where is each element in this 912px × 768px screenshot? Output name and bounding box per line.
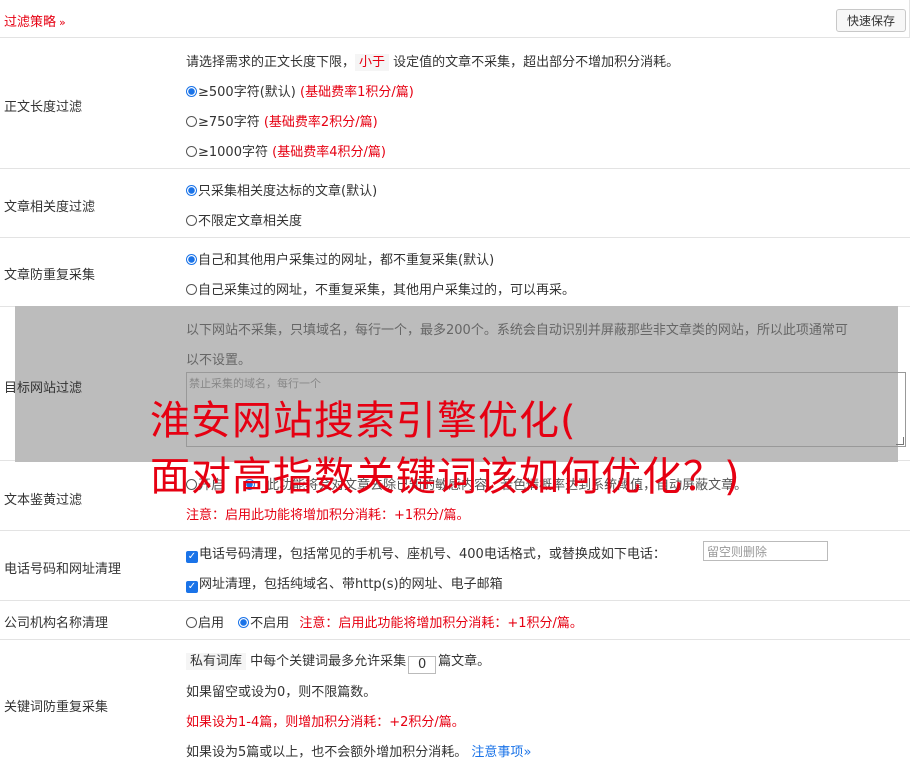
phone-clean-option[interactable]: ✓ 电话号码清理，包括常见的手机号、座机号、400电话格式，或替换成如下电话： bbox=[186, 543, 666, 563]
option-text: 不限定文章相关度 bbox=[198, 214, 303, 229]
dedupe-filter-label: 文章防重复采集 bbox=[4, 268, 96, 283]
keyword-limit-line: 私有词库 中每个关键词最多允许采集 0 篇文章。 bbox=[186, 650, 490, 674]
radio-checked-icon[interactable] bbox=[186, 185, 197, 196]
length-desc-pre: 请选择需求的正文长度下限， bbox=[186, 55, 356, 70]
org-name-note: 注意：启用此功能将增加积分消耗：+1积分/篇。 bbox=[299, 616, 583, 631]
radio-icon[interactable] bbox=[186, 146, 197, 157]
radio-checked-icon[interactable] bbox=[186, 254, 197, 265]
overlay-title-line-1: 淮安网站搜索引擎优化( bbox=[150, 398, 577, 444]
checkbox-checked-icon[interactable]: ✓ bbox=[186, 551, 198, 563]
relevance-option-default[interactable]: 只采集相关度达标的文章(默认) bbox=[186, 180, 377, 199]
radio-checked-icon[interactable] bbox=[238, 617, 250, 628]
overlay-title-line-2: 面对高指数关键词该如何优化？) bbox=[150, 454, 741, 500]
option-note: (基础费率1积分/篇) bbox=[300, 85, 414, 100]
option-text: 自己和其他用户采集过的网址，都不重复采集(默认) bbox=[198, 253, 495, 268]
length-filter-row: 正文长度过滤 请选择需求的正文长度下限， 小于 设定值的文章不采集，超出部分不增加… bbox=[0, 38, 910, 169]
radio-icon[interactable] bbox=[186, 116, 197, 127]
less-than-tag: 小于 bbox=[355, 54, 390, 71]
keyword-dedupe-label: 关键词防重复采集 bbox=[4, 700, 109, 715]
relevance-filter-row: 文章相关度过滤 只采集相关度达标的文章(默认) 不限定文章相关度 bbox=[0, 169, 910, 238]
radio-checked-icon[interactable] bbox=[186, 86, 197, 97]
org-name-label: 公司机构名称清理 bbox=[4, 616, 109, 631]
dedupe-option-self[interactable]: 自己采集过的网址，不重复采集，其他用户采集过的，可以再采。 bbox=[186, 279, 575, 298]
org-name-row: 公司机构名称清理 启用 不启用 注意：启用此功能将增加积分消耗：+1积分/篇。 bbox=[0, 601, 910, 640]
resize-handle-icon[interactable] bbox=[896, 437, 904, 445]
org-option-off[interactable]: 不启用 bbox=[238, 616, 289, 631]
phone-url-label: 电话号码和网址清理 bbox=[4, 562, 122, 577]
option-note: (基础费率2积分/篇) bbox=[263, 115, 378, 130]
option-note: (基础费率4积分/篇) bbox=[272, 145, 386, 160]
private-lexicon-tag[interactable]: 私有词库 bbox=[186, 653, 247, 670]
length-option-500[interactable]: ≥500字符(默认) (基础费率1积分/篇) bbox=[186, 81, 414, 100]
chevron-down-icon: » bbox=[523, 745, 532, 760]
option-text: 自己采集过的网址，不重复采集，其他用户采集过的，可以再采。 bbox=[198, 283, 576, 298]
dedupe-option-all[interactable]: 自己和其他用户采集过的网址，都不重复采集(默认) bbox=[186, 249, 494, 268]
option-text: ≥750字符 bbox=[198, 115, 260, 130]
chevron-down-icon: » bbox=[59, 16, 66, 29]
length-option-1000[interactable]: ≥1000字符 (基础费率4积分/篇) bbox=[186, 141, 386, 160]
url-clean-option[interactable]: ✓ 网址清理，包括纯域名、带http(s)的网址、电子邮箱 bbox=[186, 573, 503, 593]
relevance-filter-label: 文章相关度过滤 bbox=[4, 200, 96, 215]
phone-clean-text: 电话号码清理，包括常见的手机号、座机号、400电话格式，或替换成如下电话： bbox=[199, 547, 666, 562]
radio-icon[interactable] bbox=[186, 617, 197, 628]
length-desc-post: 设定值的文章不采集，超出部分不增加积分消耗。 bbox=[393, 55, 680, 70]
radio-icon[interactable] bbox=[186, 215, 197, 226]
option-text: 不启用 bbox=[250, 616, 290, 631]
keyword-line-2: 如果留空或设为0，则不限篇数。 bbox=[186, 685, 377, 700]
option-text: ≥1000字符 bbox=[198, 145, 268, 160]
option-text: 启用 bbox=[198, 616, 225, 631]
section-title-text: 过滤策略 bbox=[4, 15, 57, 30]
section-title[interactable]: 过滤策略» bbox=[4, 11, 66, 30]
notes-link[interactable]: 注意事项» bbox=[471, 745, 531, 760]
option-text: ≥500字符(默认) bbox=[198, 85, 296, 100]
site-filter-desc-1: 以下网站不采集，只填域名，每行一个，最多200个。系统会自动识别并屏蔽那些非文章… bbox=[186, 323, 848, 338]
text-check-label: 文本鉴黄过滤 bbox=[4, 493, 83, 508]
keyword-line-4-text: 如果设为5篇或以上，也不会额外增加积分消耗。 bbox=[186, 745, 468, 760]
dedupe-filter-row: 文章防重复采集 自己和其他用户采集过的网址，都不重复采集(默认) 自己采集过的网… bbox=[0, 238, 910, 307]
org-name-options: 启用 不启用 注意：启用此功能将增加积分消耗：+1积分/篇。 bbox=[186, 612, 583, 631]
keyword-dedupe-row: 关键词防重复采集 私有词库 中每个关键词最多允许采集 0 篇文章。 如果留空或设为0… bbox=[0, 640, 910, 768]
radio-icon[interactable] bbox=[186, 284, 197, 295]
text-check-note: 注意：启用此功能将增加积分消耗：+1积分/篇。 bbox=[186, 508, 470, 523]
length-option-750[interactable]: ≥750字符 (基础费率2积分/篇) bbox=[186, 111, 378, 130]
site-filter-desc-2: 以不设置。 bbox=[186, 353, 252, 368]
site-filter-label: 目标网站过滤 bbox=[4, 381, 83, 396]
keyword-limit-input[interactable]: 0 bbox=[408, 656, 437, 674]
replacement-phone-input[interactable]: 留空则删除 bbox=[703, 541, 828, 561]
length-filter-label: 正文长度过滤 bbox=[4, 100, 83, 115]
relevance-option-none[interactable]: 不限定文章相关度 bbox=[186, 210, 302, 229]
filter-strategy-header: 过滤策略» 快速保存 bbox=[0, 0, 910, 38]
keyword-line-3: 如果设为1-4篇，则增加积分消耗：+2积分/篇。 bbox=[186, 715, 465, 730]
checkbox-checked-icon[interactable]: ✓ bbox=[186, 581, 198, 593]
keyword-limit-suffix: 篇文章。 bbox=[438, 654, 491, 669]
quick-save-button[interactable]: 快速保存 bbox=[836, 9, 906, 32]
url-clean-text: 网址清理，包括纯域名、带http(s)的网址、电子邮箱 bbox=[199, 577, 503, 592]
option-text: 只采集相关度达标的文章(默认) bbox=[198, 184, 378, 199]
notes-link-text: 注意事项 bbox=[471, 745, 524, 760]
length-filter-desc: 请选择需求的正文长度下限， 小于 设定值的文章不采集，超出部分不增加积分消耗。 bbox=[186, 51, 680, 71]
keyword-limit-text: 中每个关键词最多允许采集 bbox=[250, 654, 407, 669]
keyword-line-4: 如果设为5篇或以上，也不会额外增加积分消耗。 注意事项» bbox=[186, 741, 531, 760]
org-option-on[interactable]: 启用 bbox=[186, 616, 224, 631]
